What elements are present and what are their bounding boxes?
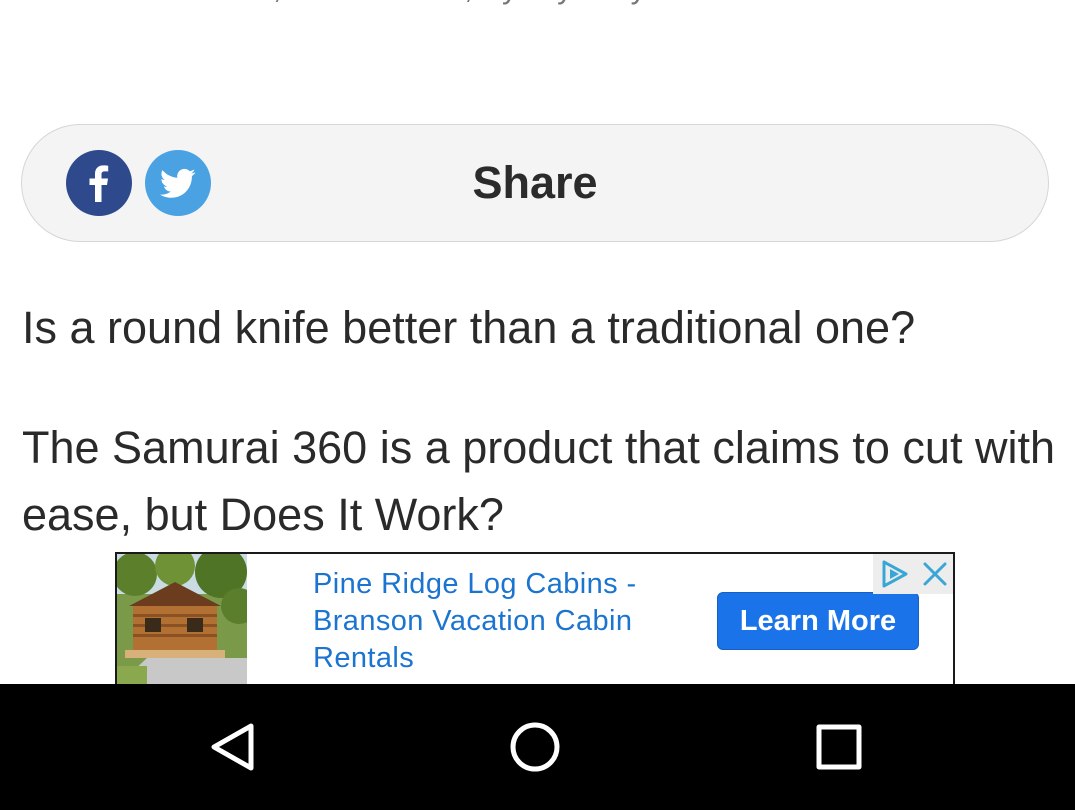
page: Posted 10:28 PM, Mar 29 2017, By Eryn Ta…	[0, 0, 1075, 810]
home-circle-icon[interactable]	[505, 717, 565, 777]
article-byline: Posted 10:28 PM, Mar 29 2017, By Eryn Ta…	[35, 0, 1035, 14]
article-question: Is a round knife better than a tradition…	[22, 302, 916, 353]
ad-choices-bar	[873, 554, 953, 594]
close-icon[interactable]	[921, 560, 949, 588]
share-label: Share	[472, 157, 598, 208]
recents-square-icon[interactable]	[809, 717, 869, 777]
ad-learn-more-button[interactable]: Learn More	[717, 592, 919, 650]
adchoices-icon[interactable]	[878, 558, 912, 590]
ad-title[interactable]: Pine Ridge Log Cabins - Branson Vacation…	[313, 566, 693, 677]
share-bar: Share	[21, 124, 1049, 242]
android-navigation-bar	[0, 684, 1075, 810]
ad-cabin-image[interactable]	[117, 554, 247, 684]
article-body: The Samurai 360 is a product that claims…	[22, 422, 1055, 540]
ad-banner[interactable]: Pine Ridge Log Cabins - Branson Vacation…	[115, 552, 955, 684]
back-triangle-icon[interactable]	[201, 717, 261, 777]
